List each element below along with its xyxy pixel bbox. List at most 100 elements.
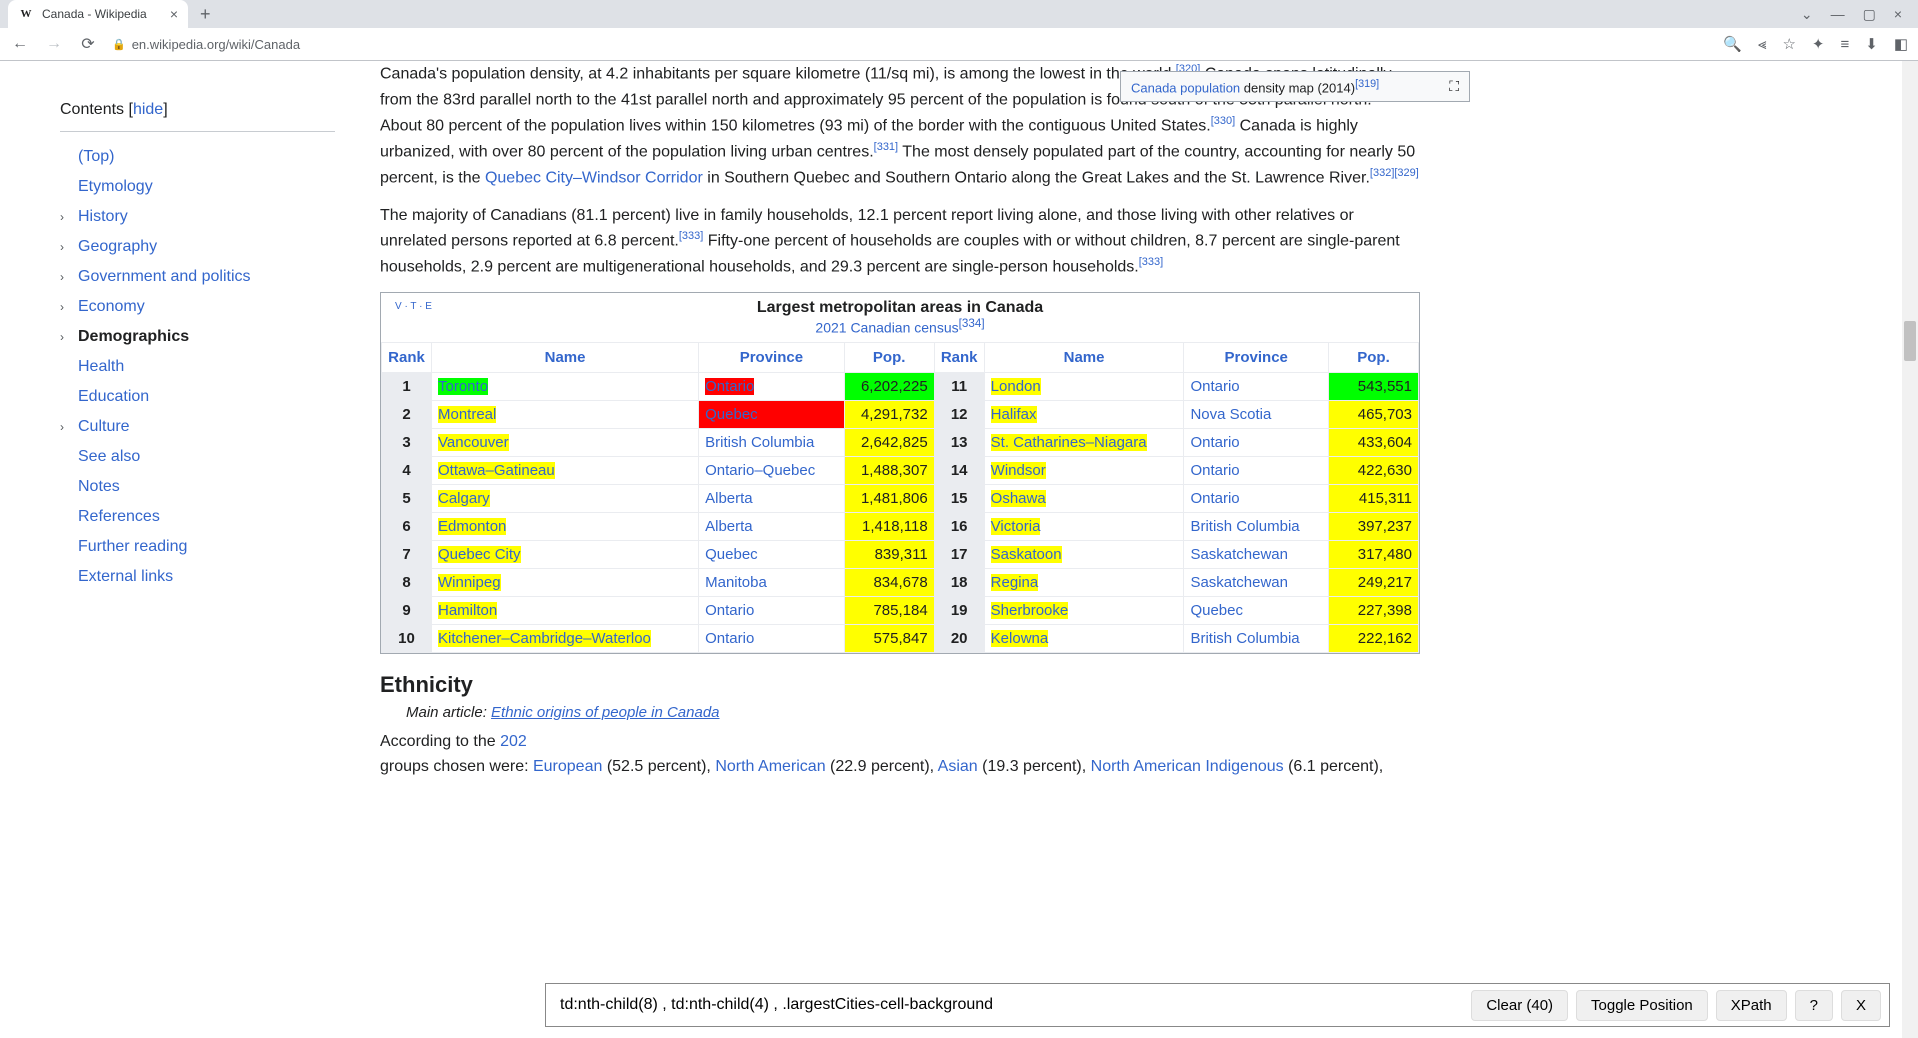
forward-button[interactable]: → (44, 34, 64, 54)
city-link[interactable]: Ottawa–Gatineau (438, 462, 555, 479)
ethnic-origins-link[interactable]: Ethnic origins of people in Canada (491, 704, 720, 721)
toc-link[interactable]: Etymology (78, 178, 153, 196)
province-link[interactable]: Alberta (705, 490, 753, 507)
vertical-scrollbar[interactable] (1902, 61, 1918, 1038)
th-rank-r[interactable]: Rank (934, 342, 984, 372)
quebec-windsor-link[interactable]: Quebec City–Windsor Corridor (485, 169, 703, 186)
th-prov-l[interactable]: Province (699, 342, 845, 372)
maximize-icon[interactable]: ▢ (1863, 6, 1876, 23)
city-link[interactable]: Kitchener–Cambridge–Waterloo (438, 630, 651, 647)
clear-button[interactable]: Clear (40) (1471, 990, 1568, 1021)
toc-link[interactable]: External links (78, 568, 173, 586)
toc-link[interactable]: Culture (78, 418, 130, 436)
city-link[interactable]: Toronto (438, 378, 488, 395)
expand-icon[interactable]: ⛶ (1449, 78, 1459, 95)
province-link[interactable]: Ontario (705, 630, 754, 647)
province-link[interactable]: British Columbia (705, 434, 814, 451)
province-link[interactable]: Ontario (1190, 462, 1239, 479)
city-link[interactable]: Montreal (438, 406, 496, 423)
toc-link[interactable]: (Top) (78, 148, 114, 166)
toc-item[interactable]: Health (60, 352, 340, 382)
ref-333b[interactable]: [333] (1139, 256, 1163, 268)
th-name-r[interactable]: Name (984, 342, 1184, 372)
toc-link[interactable]: Further reading (78, 538, 187, 556)
selector-input[interactable] (554, 990, 1463, 1020)
city-link[interactable]: Quebec City (438, 546, 521, 563)
ref-331[interactable]: [331] (874, 141, 898, 153)
toc-item[interactable]: Further reading (60, 532, 340, 562)
toc-item[interactable]: Notes (60, 472, 340, 502)
toc-item[interactable]: ›History (60, 202, 340, 232)
toc-item[interactable]: ›Demographics (60, 322, 340, 352)
ref-334[interactable]: [334] (959, 317, 985, 330)
back-button[interactable]: ← (10, 34, 30, 54)
reload-button[interactable]: ⟳ (78, 34, 98, 54)
th-pop-r[interactable]: Pop. (1329, 342, 1419, 372)
infobox-ref[interactable]: [319] (1355, 78, 1379, 90)
province-link[interactable]: Ontario–Quebec (705, 462, 815, 479)
toc-item[interactable]: Education (60, 382, 340, 412)
chevron-right-icon[interactable]: › (60, 300, 78, 314)
city-link[interactable]: Regina (991, 574, 1039, 591)
toc-item[interactable]: ›Economy (60, 292, 340, 322)
province-link[interactable]: Quebec (705, 546, 758, 563)
toc-link[interactable]: See also (78, 448, 140, 466)
european-link[interactable]: European (533, 758, 602, 775)
reading-list-icon[interactable]: ≡ (1840, 36, 1849, 53)
ref-332[interactable]: [332] (1370, 167, 1394, 179)
north-american-link[interactable]: North American (715, 758, 825, 775)
chevron-right-icon[interactable]: › (60, 240, 78, 254)
province-link[interactable]: Nova Scotia (1190, 406, 1271, 423)
vte-t[interactable]: T (410, 301, 416, 312)
toc-link[interactable]: Economy (78, 298, 145, 316)
province-link[interactable]: Saskatchewan (1190, 546, 1288, 563)
sidepanel-icon[interactable]: ◧ (1894, 35, 1908, 53)
browser-tab[interactable]: W Canada - Wikipedia × (8, 0, 188, 28)
province-link[interactable]: Manitoba (705, 574, 767, 591)
hide-toc-link[interactable]: hide (133, 101, 163, 118)
ref-330[interactable]: [330] (1211, 115, 1235, 127)
city-link[interactable]: Kelowna (991, 630, 1049, 647)
th-rank-l[interactable]: Rank (382, 342, 432, 372)
ref-329b[interactable]: [329] (1394, 167, 1418, 179)
chevron-right-icon[interactable]: › (60, 330, 78, 344)
city-link[interactable]: Calgary (438, 490, 490, 507)
toc-link[interactable]: Geography (78, 238, 157, 256)
toc-link[interactable]: Government and politics (78, 268, 251, 286)
new-tab-button[interactable]: + (200, 4, 211, 25)
indigenous-link[interactable]: North American Indigenous (1091, 758, 1284, 775)
province-link[interactable]: Alberta (705, 518, 753, 535)
th-name-l[interactable]: Name (432, 342, 699, 372)
toc-item[interactable]: ›Culture (60, 412, 340, 442)
download-icon[interactable]: ⬇ (1865, 35, 1878, 53)
chevron-right-icon[interactable]: › (60, 210, 78, 224)
scrollbar-thumb[interactable] (1904, 321, 1916, 361)
toc-item[interactable]: ›Geography (60, 232, 340, 262)
toc-link[interactable]: Notes (78, 478, 120, 496)
toc-link[interactable]: Demographics (78, 328, 189, 346)
vte-v[interactable]: V (395, 301, 402, 312)
province-link[interactable]: British Columbia (1190, 518, 1299, 535)
chevron-down-icon[interactable]: ⌄ (1801, 6, 1813, 23)
toc-item[interactable]: References (60, 502, 340, 532)
xpath-button[interactable]: XPath (1716, 990, 1787, 1021)
toggle-position-button[interactable]: Toggle Position (1576, 990, 1708, 1021)
zoom-icon[interactable]: 🔍 (1723, 35, 1742, 53)
chevron-right-icon[interactable]: › (60, 270, 78, 284)
city-link[interactable]: Saskatoon (991, 546, 1062, 563)
url-field[interactable]: 🔒 en.wikipedia.org/wiki/Canada (112, 37, 1709, 52)
census-link[interactable]: 2021 Canadian census (815, 320, 958, 336)
star-icon[interactable]: ☆ (1782, 35, 1795, 53)
toc-link[interactable]: Education (78, 388, 149, 406)
province-link[interactable]: Ontario (1190, 378, 1239, 395)
ref-333a[interactable]: [333] (679, 230, 703, 242)
city-link[interactable]: Vancouver (438, 434, 509, 451)
toc-item[interactable]: ›Government and politics (60, 262, 340, 292)
share-icon[interactable]: ⪡ (1758, 36, 1766, 53)
extensions-icon[interactable]: ✦ (1812, 35, 1825, 53)
city-link[interactable]: Oshawa (991, 490, 1046, 507)
city-link[interactable]: Windsor (991, 462, 1046, 479)
vte-e[interactable]: E (425, 301, 432, 312)
toc-item[interactable]: Etymology (60, 172, 340, 202)
asian-link[interactable]: Asian (938, 758, 978, 775)
